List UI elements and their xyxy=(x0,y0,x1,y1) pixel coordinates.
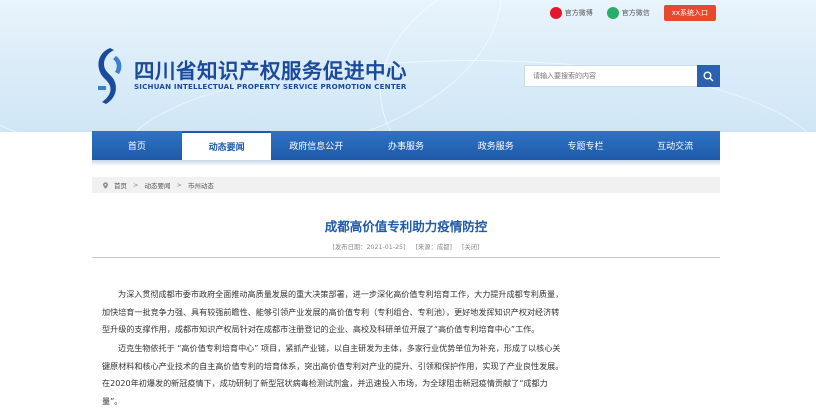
article-paragraph: 迈克生物依托于 “高价值专利培育中心” 项目，紧抓产业链，以自主研发为主体，多家… xyxy=(102,340,700,410)
paragraph-line: 量”。 xyxy=(102,395,123,406)
breadcrumb-home[interactable]: 首页 xyxy=(114,180,127,190)
paragraph-line: 迈克生物依托于 “高价值专利培育中心” 项目，紧抓产业链，以自主研发为主体，多家… xyxy=(118,343,561,353)
weibo-label: 官方微博 xyxy=(564,9,593,17)
article-meta: [发布日期：2021-01-25] [来源：成都] [关闭] xyxy=(92,242,720,251)
search-button[interactable] xyxy=(697,65,720,87)
close-link[interactable]: [关闭] xyxy=(462,244,480,251)
article-source: [来源：成都] xyxy=(415,244,452,251)
article-title: 成都高价值专利助力疫情防控 xyxy=(324,219,488,234)
top-bar: 官方微博 官方微信 xx系统入口 xyxy=(549,4,816,22)
wechat-icon xyxy=(606,7,619,19)
site-title: 四川省知识产权服务促进中心 xyxy=(134,59,407,83)
breadcrumb-news[interactable]: 动态要闻 xyxy=(144,180,170,190)
publish-date: [发布日期：2021-01-25] xyxy=(332,244,406,251)
nav-item-services[interactable]: 办事服务 xyxy=(361,131,451,160)
wechat-label: 官方微信 xyxy=(621,9,650,17)
paragraph-line: 加快培育一批竞争力强、具有较强前瞻性、能够引领产业发展的高价值专利（专利组合、专… xyxy=(102,306,560,317)
search-input[interactable] xyxy=(524,65,698,87)
paragraph-line: 型升级的支撑作用，成都市知识产权局针对在成都市注册登记的企业、高校及科研单位开展… xyxy=(102,324,540,335)
wechat-link[interactable]: 官方微信 xyxy=(606,7,650,19)
nav-item-gov-services[interactable]: 政务服务 xyxy=(451,131,541,160)
breadcrumb-separator: > xyxy=(133,181,139,189)
article-paragraph: 为深入贯彻成都市委市政府全面推动高质量发展的重大决策部署，进一步深化高价值专利培… xyxy=(102,286,700,339)
logo-icon xyxy=(98,48,122,104)
nav-item-topics[interactable]: 专题专栏 xyxy=(541,131,631,160)
site-subtitle: SICHUAN INTELLECTUAL PROPERTY SERVICE PR… xyxy=(134,82,407,91)
nav-item-home[interactable]: 首页 xyxy=(92,131,182,160)
breadcrumb: 首页 > 动态要闻 > 市州动态 xyxy=(92,177,720,193)
nav-item-news[interactable]: 动态要闻 xyxy=(181,131,272,160)
divider xyxy=(92,257,720,258)
weibo-icon xyxy=(549,7,562,19)
breadcrumb-city-news[interactable]: 市州动态 xyxy=(188,180,214,190)
paragraph-line: 键原材料和核心产业技术的自主高价值专利的培育体系，突出高价值专利对产业的提升、引… xyxy=(102,360,564,371)
location-pin-icon xyxy=(103,181,108,189)
search-icon xyxy=(703,71,714,81)
nav-shadow xyxy=(92,160,720,166)
weibo-link[interactable]: 官方微博 xyxy=(549,7,593,19)
nav-item-interaction[interactable]: 互动交流 xyxy=(630,131,720,160)
breadcrumb-separator: > xyxy=(176,181,182,189)
paragraph-line: 为深入贯彻成都市委市政府全面推动高质量发展的重大决策部署，进一步深化高价值专利培… xyxy=(118,289,564,299)
login-button[interactable]: xx系统入口 xyxy=(663,5,716,21)
main-nav: 首页 动态要闻 政府信息公开 办事服务 政务服务 专题专栏 互动交流 xyxy=(92,131,720,160)
paragraph-line: 在2020年初爆发的新冠疫情下，成功研制了新型冠状病毒检测试剂盒，并迅速投入市场… xyxy=(102,378,548,389)
nav-item-gov-info[interactable]: 政府信息公开 xyxy=(271,131,361,160)
